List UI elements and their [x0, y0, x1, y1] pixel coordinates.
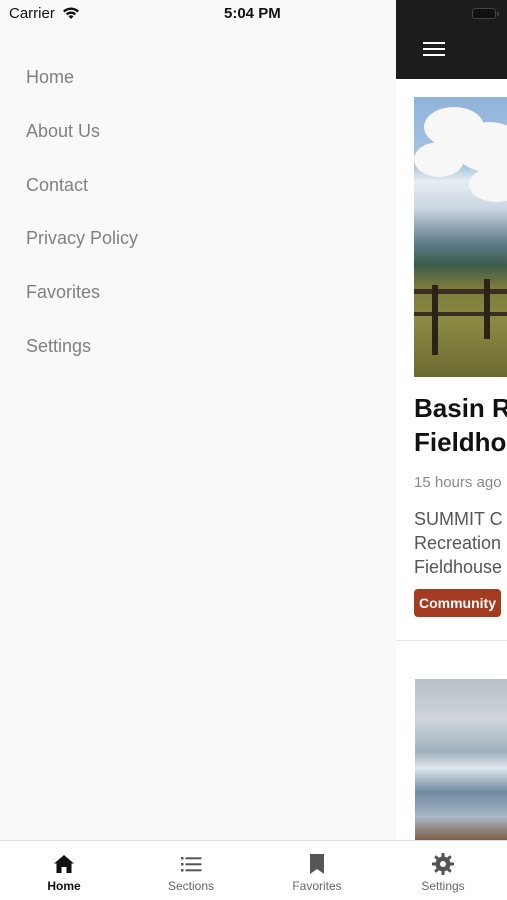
article-timestamp: 15 hours ago — [414, 474, 502, 491]
drawer-menu: Home About Us Contact Privacy Policy Fav… — [26, 63, 138, 386]
drawer-item-home[interactable]: Home — [26, 63, 138, 117]
status-bar: Carrier 5:04 PM — [0, 0, 396, 28]
article-image — [415, 679, 507, 841]
tab-settings[interactable]: Settings — [393, 841, 493, 900]
battery-icon — [472, 8, 499, 19]
menu-icon[interactable] — [423, 42, 445, 60]
drawer-item-settings[interactable]: Settings — [26, 332, 138, 386]
navigation-drawer: Carrier 5:04 PM Home About Us Contact Pr… — [0, 0, 396, 840]
wifi-icon — [63, 7, 79, 19]
tab-label: Sections — [167, 879, 215, 893]
tab-label: Home — [47, 879, 81, 893]
drawer-item-privacy-policy[interactable]: Privacy Policy — [26, 224, 138, 278]
drawer-item-contact[interactable]: Contact — [26, 171, 138, 225]
article-card[interactable]: Basin Re Fieldhou 15 hours ago SUMMIT C … — [396, 79, 507, 639]
home-icon — [54, 855, 74, 873]
article-image — [414, 97, 507, 377]
drawer-item-about-us[interactable]: About Us — [26, 117, 138, 171]
article-title[interactable]: Basin Re Fieldhou — [414, 391, 507, 459]
gear-icon — [432, 853, 454, 875]
tab-label: Settings — [421, 879, 465, 893]
article-excerpt: SUMMIT C Recreation Fieldhouse — [414, 509, 503, 577]
tab-home[interactable]: Home — [14, 841, 114, 900]
clock: 5:04 PM — [224, 5, 281, 22]
list-icon — [181, 857, 202, 872]
tab-label: Favorites — [292, 879, 342, 893]
tab-sections[interactable]: Sections — [141, 841, 241, 900]
bottom-tab-bar: Home Sections Favorites Settings — [0, 840, 507, 900]
article-card[interactable] — [396, 640, 507, 841]
category-tag[interactable]: Community — [414, 589, 501, 617]
drawer-item-favorites[interactable]: Favorites — [26, 278, 138, 332]
bookmark-icon — [310, 854, 324, 874]
tab-favorites[interactable]: Favorites — [267, 841, 367, 900]
carrier-label: Carrier — [9, 5, 55, 22]
